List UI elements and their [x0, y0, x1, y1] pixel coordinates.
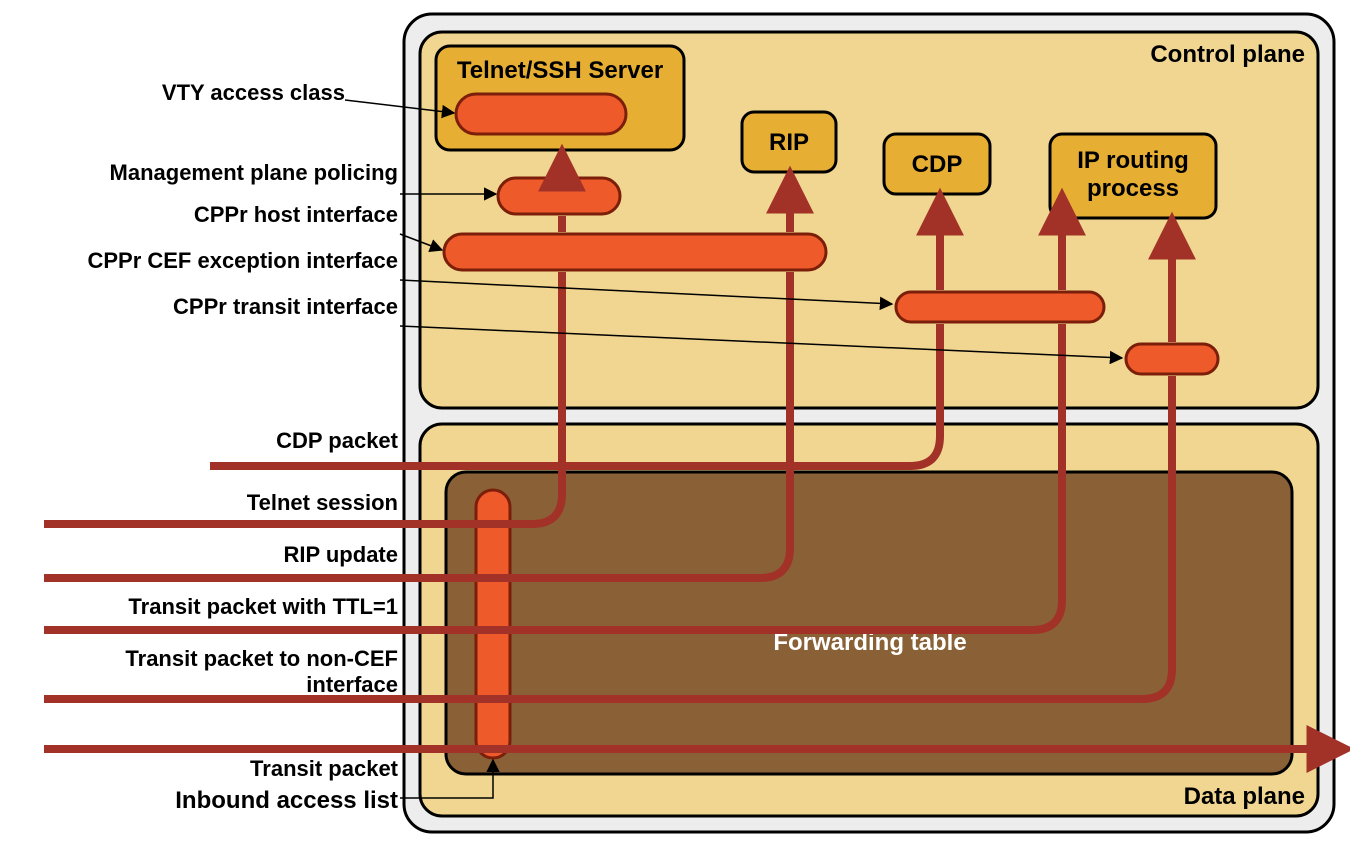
lbl-rip-update: RIP update — [283, 542, 398, 567]
mpp-pill — [498, 178, 620, 214]
cppr-transit-pill — [1126, 344, 1218, 374]
cppr-cefex-pill — [896, 292, 1104, 322]
control-plane-label: Control plane — [1150, 41, 1305, 68]
rip-label: RIP — [769, 129, 809, 156]
iprp-label-b: process — [1087, 175, 1179, 202]
cppr-host-pill — [444, 234, 826, 270]
lbl-cppr-cefex: CPPr CEF exception interface — [87, 248, 398, 273]
lbl-noncef-b: interface — [306, 672, 398, 697]
data-plane-label: Data plane — [1184, 783, 1305, 810]
lbl-ttl1: Transit packet with TTL=1 — [128, 594, 398, 619]
forwarding-table — [446, 472, 1292, 774]
lbl-noncef-a: Transit packet to non-CEF — [125, 646, 398, 671]
telnet-ssh-label: Telnet/SSH Server — [457, 57, 663, 84]
lbl-inbound-acl: Inbound access list — [175, 787, 398, 814]
iprp-label-a: IP routing — [1077, 147, 1189, 174]
lbl-transit-packet: Transit packet — [250, 756, 399, 781]
lbl-cdp-packet: CDP packet — [276, 428, 399, 453]
inbound-acl-pill — [476, 490, 510, 758]
lbl-vty: VTY access class — [162, 80, 345, 105]
cdp-label: CDP — [912, 151, 963, 178]
lbl-cppr-transit: CPPr transit interface — [173, 294, 398, 319]
lbl-mpp: Management plane policing — [110, 160, 398, 185]
lbl-telnet-session: Telnet session — [247, 490, 398, 515]
lbl-cppr-host: CPPr host interface — [194, 202, 398, 227]
vty-pill — [456, 94, 626, 134]
